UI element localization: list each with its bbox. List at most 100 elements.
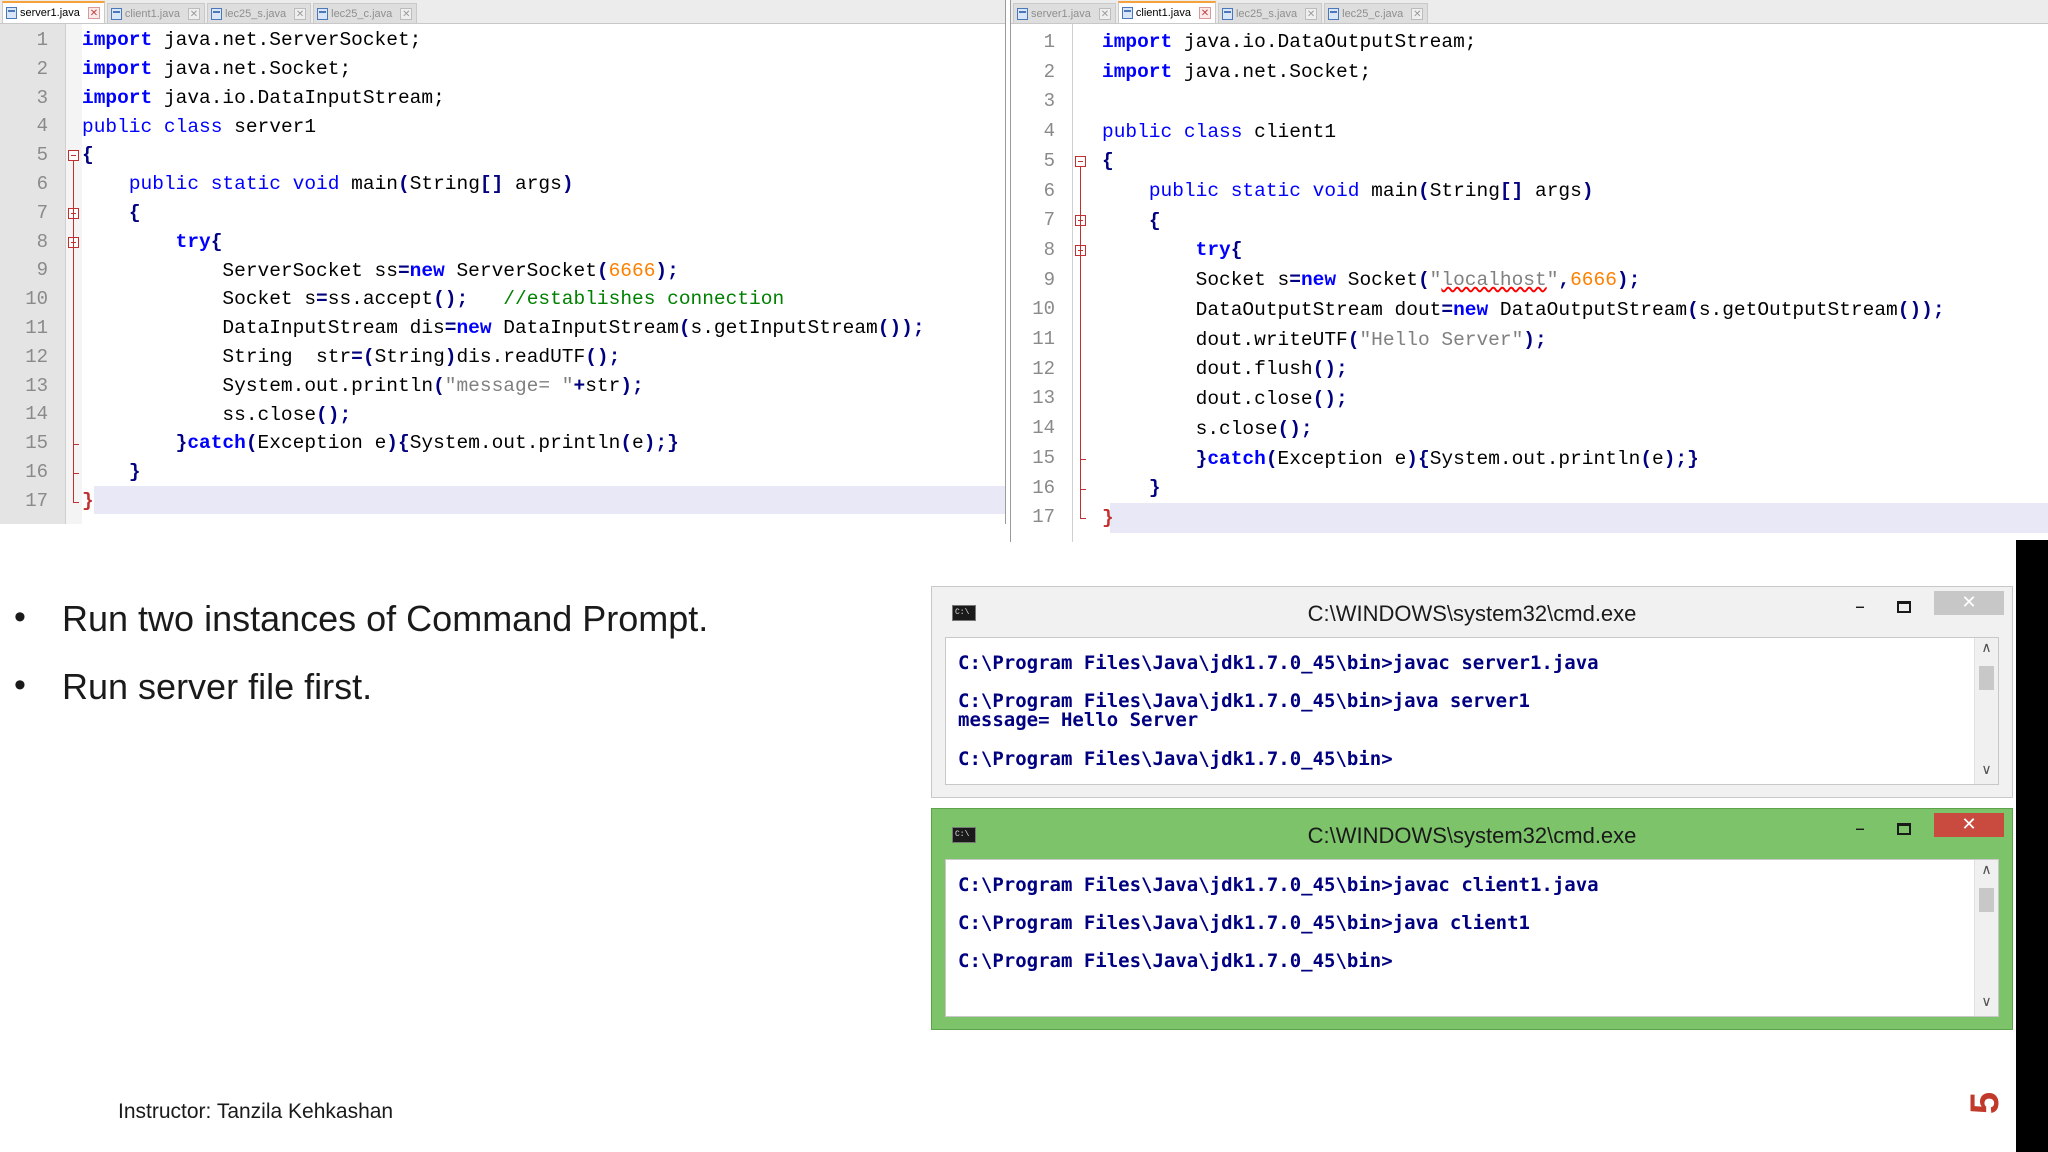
tab-lec25-c-java[interactable]: lec25_c.java ✕ xyxy=(313,3,418,23)
scroll-thumb[interactable] xyxy=(1979,888,1994,912)
close-tab-icon[interactable]: ✕ xyxy=(1198,7,1211,19)
code-line: } xyxy=(128,461,141,483)
maximize-icon xyxy=(1897,823,1911,835)
tab-client1-java[interactable]: client1.java ✕ xyxy=(106,3,205,23)
java-file-icon xyxy=(6,7,17,19)
maximize-button[interactable] xyxy=(1882,593,1926,623)
code-line: }catch(Exception e){System.out.println(e… xyxy=(1195,448,1699,470)
tab-label: client1.java xyxy=(1135,7,1191,19)
server1-code-area[interactable]: import java.net.ServerSocket; import jav… xyxy=(82,24,1005,524)
close-tab-icon[interactable]: ✕ xyxy=(294,7,307,20)
tab-lec25-c-java[interactable]: lec25_c.java ✕ xyxy=(1324,3,1429,23)
code-line: try{ xyxy=(175,231,223,253)
code-line: import java.net.Socket; xyxy=(1102,61,1372,83)
close-tab-icon[interactable]: ✕ xyxy=(1098,7,1111,20)
maximize-button[interactable] xyxy=(1882,815,1926,845)
code-line: ss.close(); xyxy=(82,404,352,426)
code-line: public class server1 xyxy=(82,116,317,138)
client1-code-area[interactable]: import java.io.DataOutputStream; import … xyxy=(1092,24,2048,542)
fold-guide xyxy=(73,161,74,503)
code-line: Socket s=ss.accept(); //establishes conn… xyxy=(82,288,785,310)
close-tab-icon[interactable]: ✕ xyxy=(400,7,413,20)
fold-toggle-icon[interactable] xyxy=(1075,155,1086,167)
console-line: C:\Program Files\Java\jdk1.7.0_45\bin>ja… xyxy=(958,652,1599,674)
bullet-text: Run two instances of Command Prompt. xyxy=(62,598,709,639)
close-button[interactable]: ✕ xyxy=(1934,591,2004,615)
tab-label: lec25_s.java xyxy=(1235,7,1298,20)
slide-page-number: 5 xyxy=(1963,1091,2007,1115)
client-cmd-window[interactable]: C:\ C:\WINDOWS\system32\cmd.exe – ✕ C:\P… xyxy=(931,808,2013,1030)
line-number: 8 xyxy=(36,230,48,253)
vertical-scrollbar[interactable]: ∧ ∨ xyxy=(1974,638,1998,784)
vertical-scrollbar[interactable]: ∧ ∨ xyxy=(1974,860,1998,1016)
line-number: 5 xyxy=(1043,149,1055,172)
maximize-icon xyxy=(1897,601,1911,613)
tab-label: server1.java xyxy=(1031,7,1091,20)
close-tab-icon[interactable]: ✕ xyxy=(1305,7,1318,20)
code-line: import java.net.Socket; xyxy=(82,58,352,80)
cmd-console-output[interactable]: C:\Program Files\Java\jdk1.7.0_45\bin>ja… xyxy=(945,637,1999,785)
line-number: 3 xyxy=(1043,90,1055,113)
server-editor-pane[interactable]: server1.java ✕ client1.java ✕ lec25_s.java… xyxy=(0,0,1006,524)
line-number: 7 xyxy=(36,201,48,224)
client-editor-tabbar: server1.java ✕ client1.java ✕ lec25_s.java… xyxy=(1011,0,2048,24)
scroll-thumb[interactable] xyxy=(1979,666,1994,690)
fold-guide xyxy=(1080,166,1081,520)
code-line: } xyxy=(1102,507,1114,529)
code-line: public class client1 xyxy=(1102,121,1337,143)
server-cmd-window[interactable]: C:\ C:\WINDOWS\system32\cmd.exe – ✕ C:\P… xyxy=(931,586,2013,798)
bullet-dot-icon: • xyxy=(14,666,26,704)
fold-margin xyxy=(66,24,82,524)
code-line: public static void main(String[] args) xyxy=(1148,180,1594,202)
line-number: 1 xyxy=(1043,31,1055,53)
line-number-gutter: 1 2 3 4 5 6 7 8 9 10 11 12 13 14 15 16 17 xyxy=(0,24,66,524)
close-button[interactable]: ✕ xyxy=(1934,813,2004,837)
tab-server1-java[interactable]: server1.java ✕ xyxy=(1013,3,1116,23)
client-editor-pane[interactable]: server1.java ✕ client1.java ✕ lec25_s.java… xyxy=(1010,0,2048,542)
code-line: try{ xyxy=(1195,239,1243,261)
server-editor-tabbar: server1.java ✕ client1.java ✕ lec25_s.java… xyxy=(0,0,1005,24)
line-number: 15 xyxy=(1032,446,1055,469)
scroll-up-icon[interactable]: ∧ xyxy=(1975,862,1998,882)
code-line: } xyxy=(1148,477,1161,499)
close-tab-icon[interactable]: ✕ xyxy=(187,7,200,20)
minimize-button[interactable]: – xyxy=(1838,815,1882,845)
tab-lec25-s-java[interactable]: lec25_s.java ✕ xyxy=(1217,3,1323,23)
scroll-up-icon[interactable]: ∧ xyxy=(1975,640,1998,660)
bullet-item: • Run two instances of Command Prompt. xyxy=(12,598,912,666)
code-line: { xyxy=(1102,150,1114,172)
tab-label: server1.java xyxy=(20,7,80,19)
close-tab-icon[interactable]: ✕ xyxy=(87,7,100,19)
tab-label: client1.java xyxy=(124,7,180,20)
tab-label: lec25_c.java xyxy=(1342,7,1404,20)
cmd-titlebar[interactable]: C:\ C:\WINDOWS\system32\cmd.exe – ✕ xyxy=(932,587,2012,637)
tab-lec25-s-java[interactable]: lec25_s.java ✕ xyxy=(206,3,312,23)
fold-end-marker xyxy=(73,501,79,503)
scroll-down-icon[interactable]: ∨ xyxy=(1975,994,1998,1014)
line-number: 2 xyxy=(36,57,48,80)
code-line: DataOutputStream dout=new DataOutputStre… xyxy=(1102,299,1945,321)
tab-server1-java[interactable]: server1.java ✕ xyxy=(2,1,105,23)
console-line: C:\Program Files\Java\jdk1.7.0_45\bin>ja… xyxy=(958,912,1530,934)
close-tab-icon[interactable]: ✕ xyxy=(1411,7,1424,20)
line-number: 10 xyxy=(1032,298,1055,321)
line-number: 9 xyxy=(1043,268,1055,291)
cmd-console-output[interactable]: C:\Program Files\Java\jdk1.7.0_45\bin>ja… xyxy=(945,859,1999,1017)
java-file-icon xyxy=(1017,7,1028,20)
line-number: 14 xyxy=(1032,417,1055,440)
line-number: 16 xyxy=(1032,476,1055,499)
line-number: 11 xyxy=(1032,328,1055,350)
tab-label: lec25_c.java xyxy=(331,7,393,20)
minimize-button[interactable]: – xyxy=(1838,593,1882,623)
fold-toggle-icon[interactable] xyxy=(68,150,79,162)
console-line: C:\Program Files\Java\jdk1.7.0_45\bin>ja… xyxy=(958,874,1599,896)
code-line: }catch(Exception e){System.out.println(e… xyxy=(175,432,679,454)
tab-client1-java[interactable]: client1.java ✕ xyxy=(1117,1,1216,23)
scroll-down-icon[interactable]: ∨ xyxy=(1975,762,1998,782)
cmd-titlebar[interactable]: C:\ C:\WINDOWS\system32\cmd.exe – ✕ xyxy=(932,809,2012,859)
line-number: 17 xyxy=(25,489,48,512)
line-number: 12 xyxy=(25,345,48,368)
line-number: 15 xyxy=(25,432,48,455)
instructor-credit: Instructor: Tanzila Kehkashan xyxy=(118,1100,394,1123)
fold-margin xyxy=(1073,24,1089,542)
